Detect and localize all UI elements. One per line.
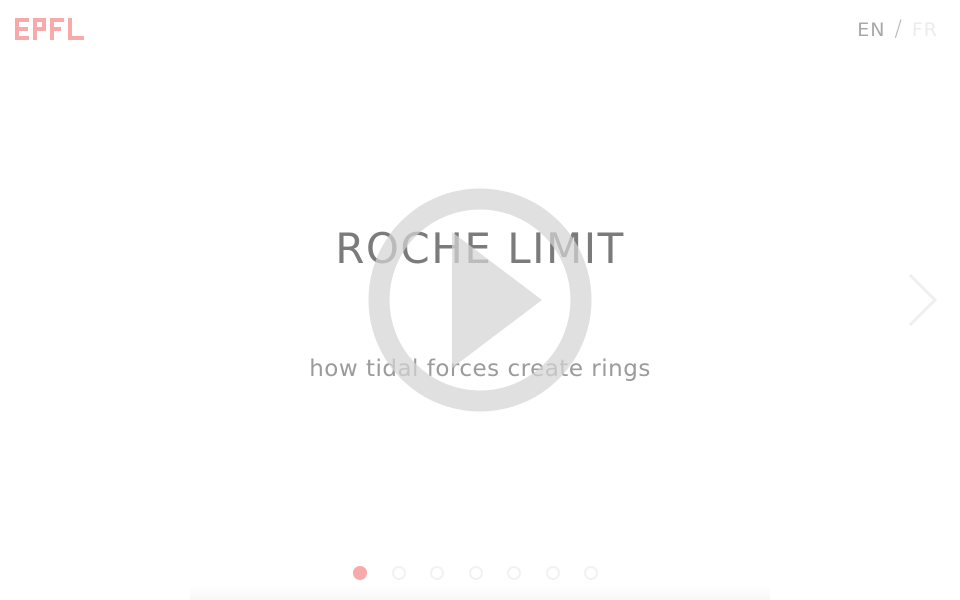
language-switcher: EN / FR: [857, 17, 938, 42]
lang-fr-link[interactable]: FR: [912, 19, 938, 41]
play-button[interactable]: [368, 188, 592, 412]
pagination-dot-4[interactable]: [468, 566, 483, 580]
slide-pagination: [353, 566, 623, 580]
epfl-logo[interactable]: [15, 18, 85, 40]
bottom-panel-edge: [190, 586, 770, 600]
next-slide-button[interactable]: [904, 272, 940, 328]
slide-page: EN / FR ROCHE LIMIT how tidal forces cre…: [0, 0, 960, 600]
pagination-dot-5[interactable]: [507, 566, 521, 580]
chevron-right-icon: [908, 273, 938, 327]
pagination-dot-2[interactable]: [391, 566, 406, 580]
epfl-logo-mark: [15, 18, 84, 40]
play-circle-icon: [368, 188, 592, 412]
pagination-dot-3[interactable]: [430, 566, 444, 580]
pagination-dot-1[interactable]: [353, 566, 367, 580]
lang-separator: /: [894, 17, 903, 42]
lang-en-link[interactable]: EN: [857, 19, 885, 41]
pagination-dot-7[interactable]: [584, 566, 598, 580]
pagination-dot-6[interactable]: [545, 566, 560, 580]
